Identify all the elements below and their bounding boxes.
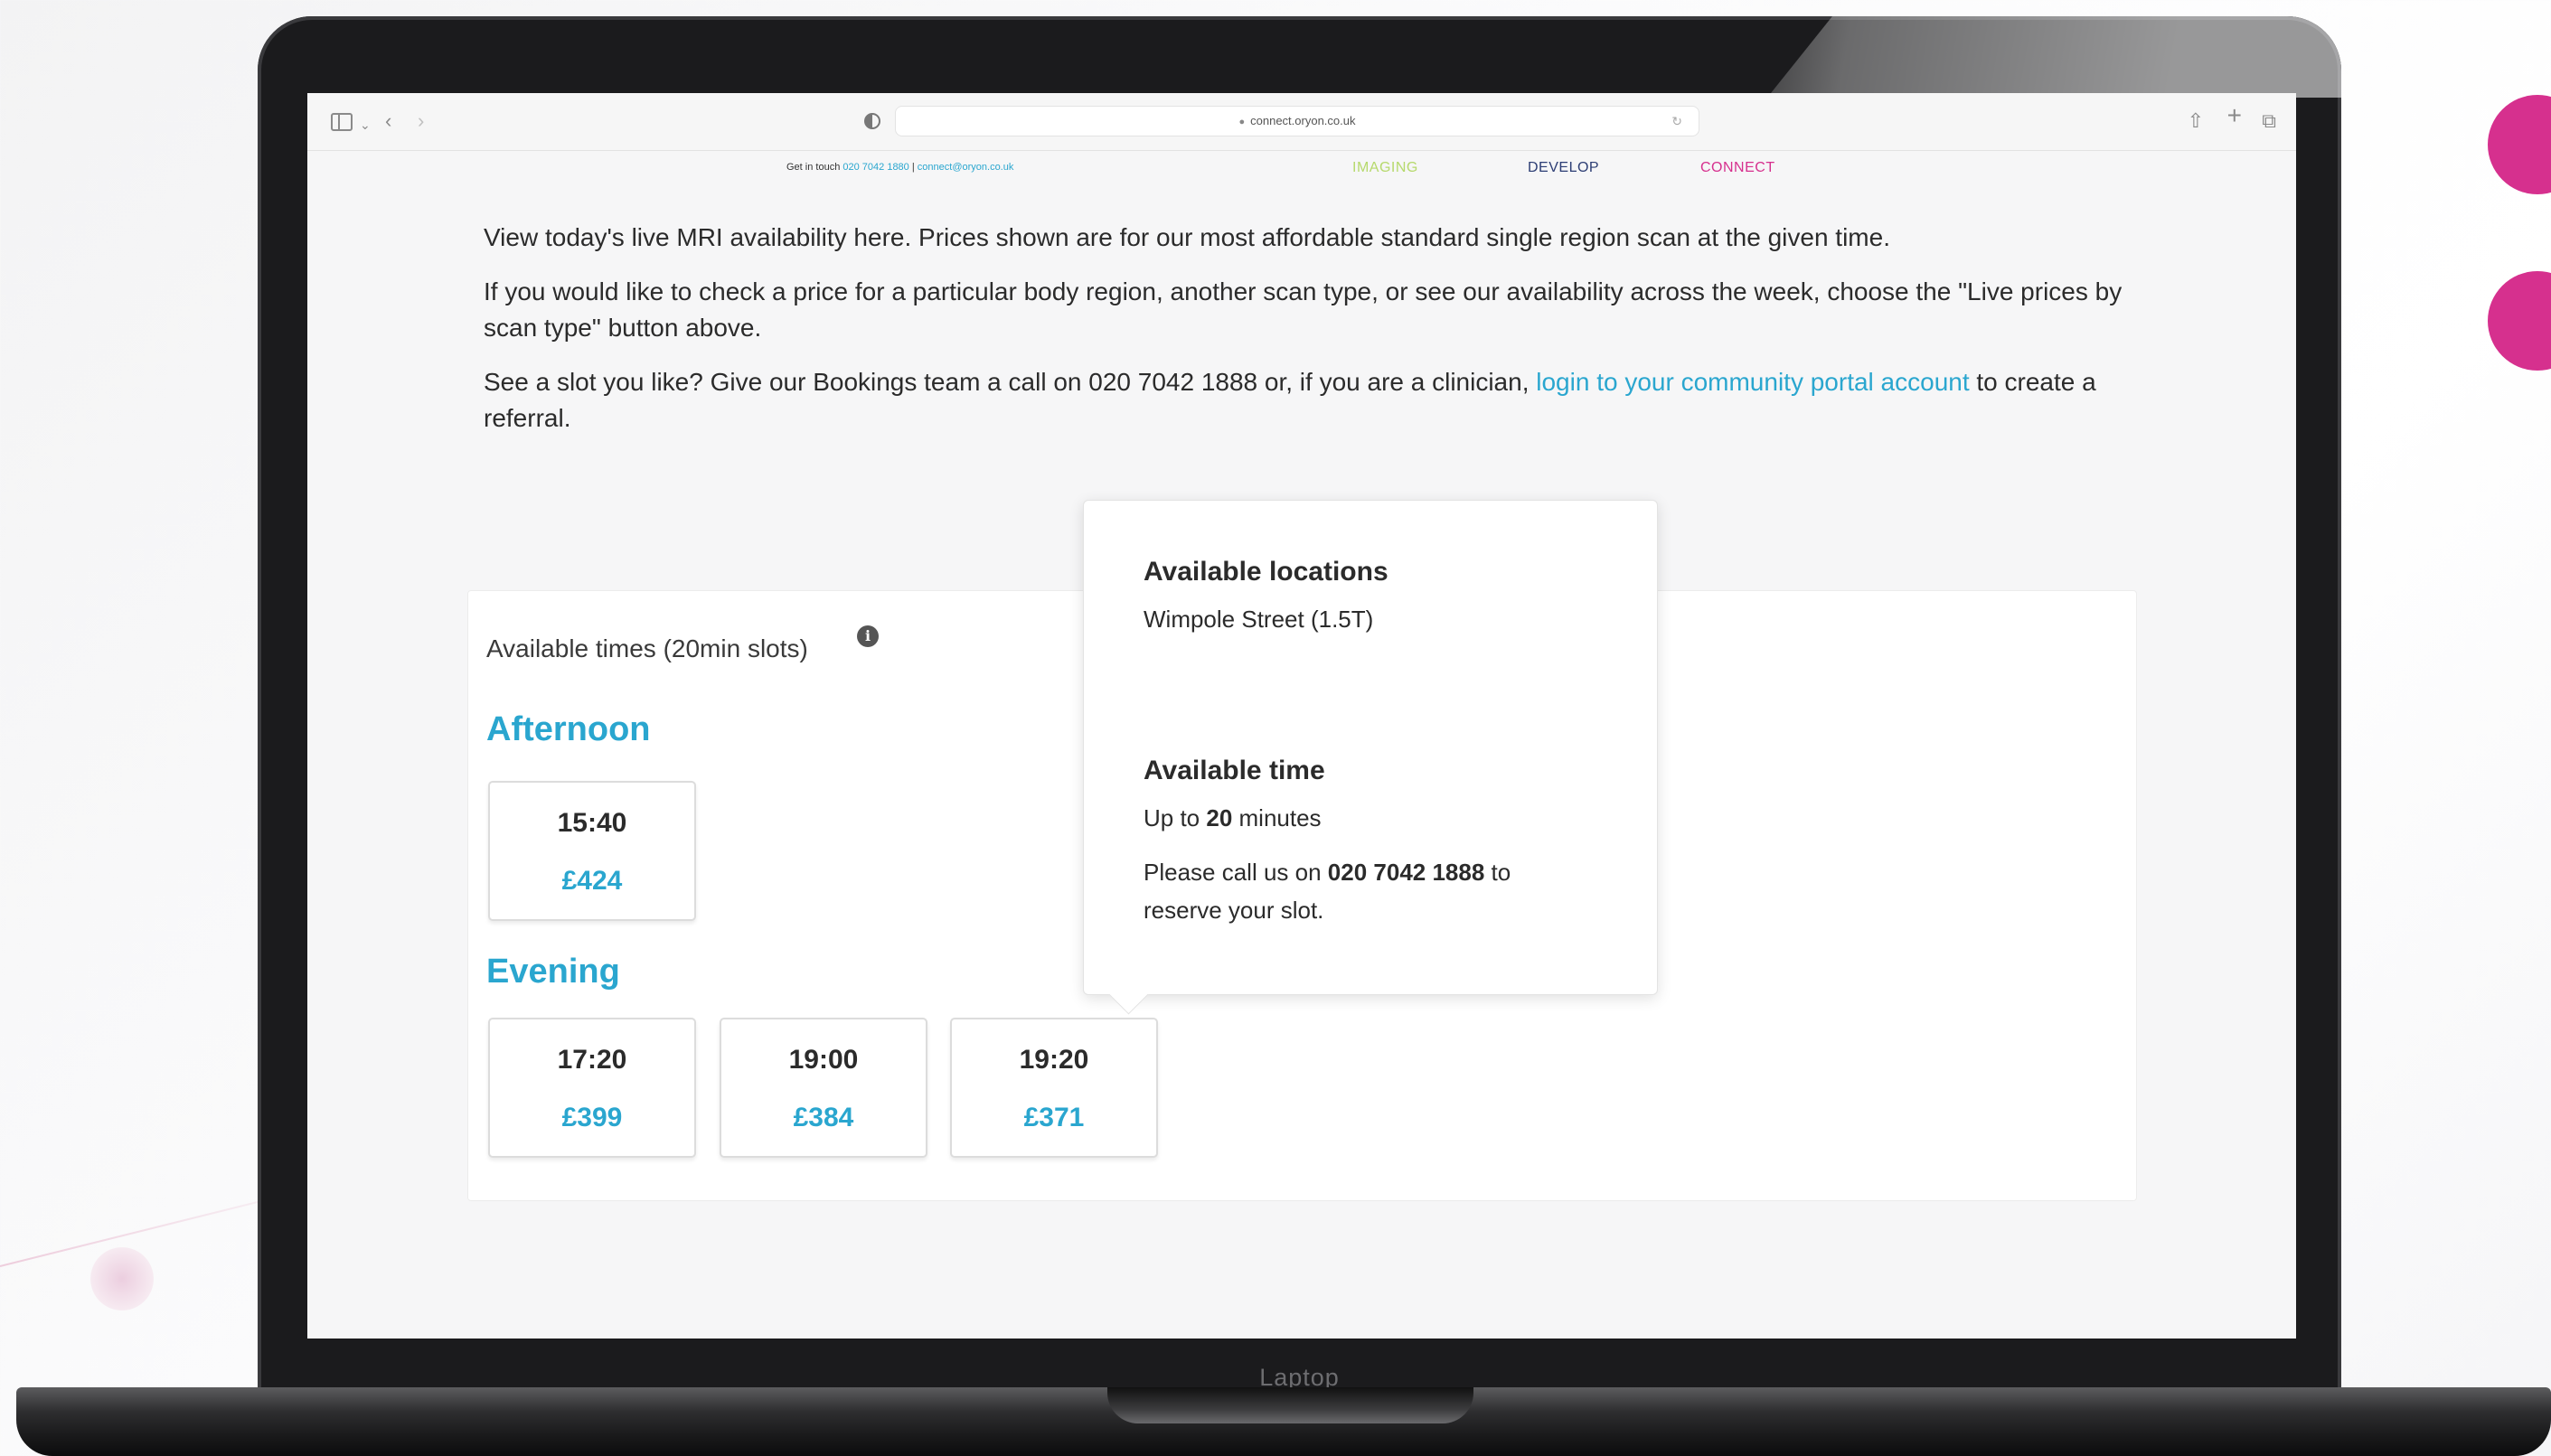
slot-price: £384 xyxy=(793,1103,854,1132)
slot-details-popover: Available locations Wimpole Street (1.5T… xyxy=(1083,500,1658,995)
availability-title: Available times (20min slots) xyxy=(486,634,808,662)
site-header: Get in touch 020 7042 1880 | connect@ory… xyxy=(307,151,2296,205)
available-time-text: Up to 20 minutes xyxy=(1144,799,1657,837)
sidebar-toggle-icon[interactable] xyxy=(331,113,353,131)
slot-price: £399 xyxy=(561,1103,623,1132)
chevron-down-icon[interactable]: ⌄ xyxy=(360,113,371,136)
contact-label: Get in touch xyxy=(786,162,841,173)
locations-heading: Available locations xyxy=(1144,557,1388,587)
nav-develop[interactable]: DEVELOP xyxy=(1528,160,1599,176)
slot-time: 15:40 xyxy=(557,808,627,838)
slot-time: 19:20 xyxy=(1019,1045,1089,1075)
time-suffix: minutes xyxy=(1232,804,1322,831)
section-afternoon: Afternoon xyxy=(486,710,651,748)
time-slot[interactable]: 15:40 £424 xyxy=(488,781,696,921)
contact-email-link[interactable]: connect@oryon.co.uk xyxy=(918,162,1014,173)
intro-paragraph-booking: See a slot you like? Give our Bookings t… xyxy=(484,364,2165,437)
new-tab-icon[interactable]: + xyxy=(2227,103,2242,128)
lid-reflection xyxy=(1767,16,2341,98)
address-bar[interactable]: ● connect.oryon.co.uk ↻ xyxy=(895,106,1699,136)
call-prefix: Please call us on xyxy=(1144,859,1328,886)
community-portal-link[interactable]: login to your community portal account xyxy=(1536,368,1969,396)
location-name: Wimpole Street (1.5T) xyxy=(1144,606,1374,633)
time-value: 20 xyxy=(1206,804,1233,831)
info-icon[interactable]: i xyxy=(857,625,879,647)
section-evening: Evening xyxy=(486,953,620,991)
browser-window: ⌄ ‹ › ● connect.oryon.co.uk ↻ ⇧ + ⧉ Get i… xyxy=(307,93,2296,1339)
time-slot[interactable]: 19:20 £371 xyxy=(950,1018,1158,1158)
pink-circle-decor xyxy=(2488,271,2551,371)
nav-imaging[interactable]: IMAGING xyxy=(1352,160,1418,176)
call-instructions: Please call us on 020 7042 1888 to reser… xyxy=(1144,853,1596,929)
contact-strip: Get in touch 020 7042 1880 | connect@ory… xyxy=(786,162,1013,173)
call-phone: 020 7042 1888 xyxy=(1327,859,1485,886)
intro-paragraph-availability: View today's live MRI availability here.… xyxy=(484,223,1890,251)
slot-price: £424 xyxy=(561,866,623,896)
pink-circle-decor xyxy=(2488,95,2551,194)
share-icon[interactable]: ⇧ xyxy=(2188,109,2204,133)
back-arrow-icon[interactable]: ‹ xyxy=(385,109,391,133)
address-url: connect.oryon.co.uk xyxy=(1250,114,1356,127)
slot-time: 17:20 xyxy=(557,1045,627,1075)
slot-time: 19:00 xyxy=(788,1045,859,1075)
time-slot[interactable]: 17:20 £399 xyxy=(488,1018,696,1158)
intro-paragraph-scan-type: If you would like to check a price for a… xyxy=(484,277,2123,342)
laptop-hinge-notch xyxy=(1107,1387,1473,1423)
lock-icon: ● xyxy=(1238,117,1246,127)
forward-arrow-icon[interactable]: › xyxy=(418,109,424,133)
nav-connect[interactable]: CONNECT xyxy=(1700,160,1775,176)
time-prefix: Up to xyxy=(1144,804,1207,831)
time-slot[interactable]: 19:00 £384 xyxy=(720,1018,927,1158)
contact-phone-link[interactable]: 020 7042 1880 xyxy=(842,162,908,173)
reload-icon[interactable]: ↻ xyxy=(1671,107,1682,136)
time-heading: Available time xyxy=(1144,756,1325,785)
main-content: View today's live MRI availability here.… xyxy=(484,220,2165,455)
background-decor-dot xyxy=(90,1247,154,1310)
tab-overview-icon[interactable]: ⧉ xyxy=(2262,109,2276,133)
contact-separator: | xyxy=(908,162,918,173)
browser-toolbar: ⌄ ‹ › ● connect.oryon.co.uk ↻ ⇧ + ⧉ xyxy=(307,93,2296,151)
slot-price: £371 xyxy=(1023,1103,1085,1132)
privacy-shield-icon[interactable] xyxy=(864,113,880,129)
booking-text: See a slot you like? Give our Bookings t… xyxy=(484,368,1537,396)
